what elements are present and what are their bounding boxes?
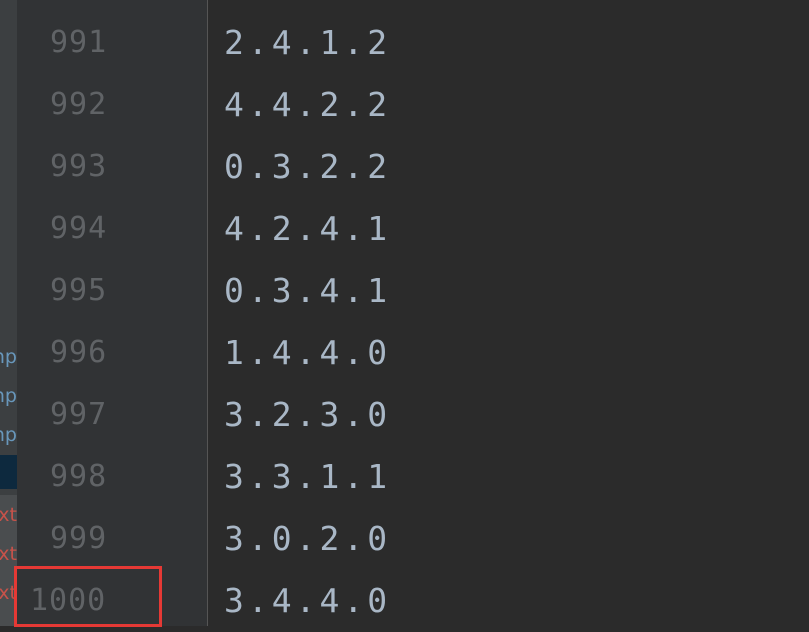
tree-item[interactable]: np <box>0 377 17 415</box>
code-line[interactable]: 0.3.4.1 <box>224 260 391 322</box>
code-line[interactable]: 0.3.2.2 <box>224 136 391 198</box>
editor-text-area[interactable]: 2.4.1.2 4.4.2.2 0.3.2.2 4.2.4.1 0.3.4.1 … <box>208 0 809 626</box>
tree-item-label: xt <box>0 504 17 526</box>
tree-item[interactable]: np <box>0 416 17 454</box>
line-number-gutter[interactable]: 991 992 993 994 995 996 997 998 999 1000 <box>17 0 208 626</box>
tree-item[interactable]: np <box>0 338 17 376</box>
line-number: 996 <box>50 335 108 370</box>
line-number: 998 <box>50 459 108 494</box>
tree-item-label: np <box>0 346 17 368</box>
code-line[interactable]: 3.2.3.0 <box>224 384 391 446</box>
selected-tree-row[interactable] <box>0 455 17 489</box>
line-number: 995 <box>50 273 108 308</box>
line-number: 994 <box>50 211 108 246</box>
annotation-highlight-box <box>14 566 162 627</box>
code-line[interactable]: 3.4.4.0 <box>224 570 391 632</box>
code-line[interactable]: 4.2.4.1 <box>224 198 391 260</box>
code-line[interactable]: 4.4.2.2 <box>224 74 391 136</box>
line-number: 992 <box>50 87 108 122</box>
line-number: 999 <box>50 521 108 556</box>
line-number: 997 <box>50 397 108 432</box>
tree-item-label: np <box>0 385 17 407</box>
tree-item-label: np <box>0 424 17 446</box>
line-number: 991 <box>50 25 108 60</box>
code-line[interactable]: 3.3.1.1 <box>224 446 391 508</box>
code-line[interactable]: 2.4.1.2 <box>224 12 391 74</box>
tree-item[interactable]: xt <box>0 496 17 534</box>
code-line[interactable]: 3.0.2.0 <box>224 508 391 570</box>
project-tool-window[interactable]: np np np xt xt xt <box>0 0 17 626</box>
line-number: 993 <box>50 149 108 184</box>
code-line[interactable]: 1.4.4.0 <box>224 322 391 384</box>
